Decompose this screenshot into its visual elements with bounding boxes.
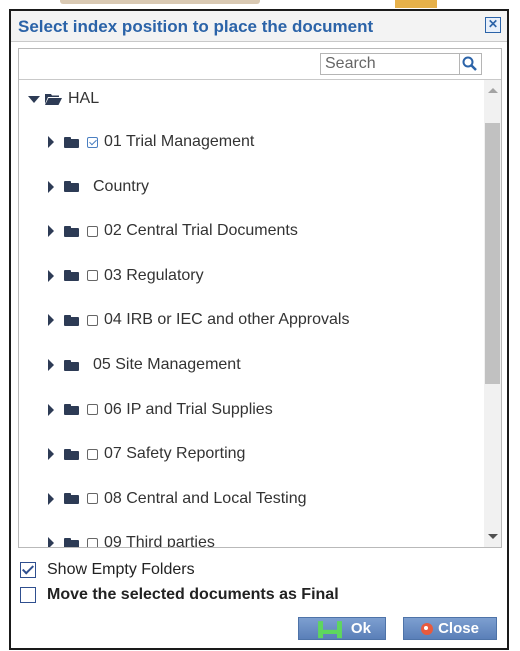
- show-empty-folders-label: Show Empty Folders: [47, 561, 195, 578]
- tree-folder-label: 04 IRB or IEC and other Approvals: [104, 311, 350, 329]
- chevron-right-icon[interactable]: [48, 136, 54, 148]
- close-button-label: Close: [438, 620, 479, 637]
- folder-icon: [64, 493, 79, 505]
- scrollbar-thumb[interactable]: [485, 123, 500, 384]
- tree-root-node[interactable]: HAL: [28, 84, 99, 114]
- show-empty-folders-checkbox[interactable]: [20, 562, 36, 578]
- tree-folder-node[interactable]: 06 IP and Trial Supplies: [48, 395, 273, 425]
- chevron-right-icon[interactable]: [48, 314, 54, 327]
- search-input[interactable]: [320, 53, 460, 75]
- tree-folder-label: 03 Regulatory: [104, 266, 204, 284]
- tree-folder-label: 02 Central Trial Documents: [104, 222, 298, 240]
- search-icon: [462, 56, 477, 71]
- chevron-right-icon[interactable]: [48, 269, 54, 282]
- folder-icon: [64, 404, 79, 416]
- tree-folder-label: 09 Third parties: [104, 534, 215, 547]
- save-icon: ▐▬▌: [313, 620, 347, 637]
- folder-checkbox[interactable]: [87, 448, 98, 460]
- move-as-final-checkbox[interactable]: [20, 587, 36, 603]
- folder-icon: [64, 270, 79, 282]
- ok-button-label: Ok: [350, 620, 371, 637]
- tree-folder-label: 05 Site Management: [93, 356, 241, 373]
- folder-checkbox[interactable]: [87, 404, 98, 416]
- chevron-right-icon[interactable]: [48, 359, 54, 371]
- chevron-right-icon[interactable]: [48, 448, 54, 461]
- folder-checkbox[interactable]: [87, 136, 98, 148]
- ok-button[interactable]: ▐▬▌ Ok: [298, 617, 386, 640]
- chevron-right-icon[interactable]: [48, 180, 54, 193]
- tree-folder-label: 01 Trial Management: [104, 133, 255, 150]
- folder-icon: [64, 537, 79, 547]
- move-as-final-option[interactable]: Move the selected documents as Final: [20, 585, 339, 605]
- move-as-final-label: Move the selected documents as Final: [47, 586, 339, 603]
- folder-icon: [64, 314, 79, 326]
- scroll-up-icon[interactable]: [488, 88, 498, 93]
- tree-folder-node[interactable]: 09 Third parties: [48, 528, 215, 547]
- close-button[interactable]: Close: [403, 617, 497, 640]
- tree-folder-label: 08 Central and Local Testing: [104, 489, 307, 507]
- folder-checkbox[interactable]: [87, 537, 98, 547]
- folder-icon: [64, 225, 79, 237]
- chevron-right-icon[interactable]: [48, 537, 54, 547]
- tree-folder-node[interactable]: 08 Central and Local Testing: [48, 484, 307, 514]
- tree-folder-node[interactable]: 04 IRB or IEC and other Approvals: [48, 305, 349, 335]
- scroll-down-icon[interactable]: [488, 534, 498, 539]
- chevron-down-icon[interactable]: [28, 95, 40, 103]
- chevron-right-icon[interactable]: [48, 403, 54, 416]
- tree-panel: HAL 01 Trial Management Country 02 Central…: [18, 48, 502, 548]
- folder-icon: [64, 448, 79, 460]
- folder-checkbox[interactable]: [87, 314, 98, 326]
- tree-folder-node[interactable]: 05 Site Management: [48, 350, 241, 380]
- tree-folder-label: 07 Safety Reporting: [104, 445, 246, 463]
- folder-icon: [64, 181, 79, 193]
- folder-tree: HAL 01 Trial Management Country 02 Central…: [19, 80, 484, 547]
- folder-icon: [64, 136, 79, 148]
- background-window-strip: [0, 0, 520, 9]
- folder-checkbox[interactable]: [87, 270, 98, 282]
- folder-icon: [64, 359, 79, 371]
- tree-scrollbar[interactable]: [484, 80, 501, 547]
- show-empty-folders-option[interactable]: Show Empty Folders: [20, 560, 195, 580]
- folder-checkbox[interactable]: [87, 493, 98, 505]
- tree-root-label: HAL: [68, 90, 100, 107]
- folder-checkbox[interactable]: [87, 225, 98, 237]
- background-shape: [395, 0, 437, 8]
- tree-folder-label: Country: [93, 177, 150, 195]
- close-icon[interactable]: ✕: [485, 17, 501, 33]
- select-index-dialog: Select index position to place the docum…: [9, 9, 509, 650]
- search-button[interactable]: [460, 53, 482, 75]
- tree-folder-node[interactable]: Country: [48, 172, 149, 202]
- tree-folder-node[interactable]: 02 Central Trial Documents: [48, 216, 298, 246]
- dialog-titlebar: Select index position to place the docum…: [11, 11, 507, 42]
- background-shape: [60, 0, 260, 4]
- tree-folder-label: 06 IP and Trial Supplies: [104, 400, 273, 418]
- dialog-title: Select index position to place the docum…: [18, 17, 374, 36]
- tree-folder-node[interactable]: 01 Trial Management: [48, 127, 254, 157]
- search-bar: [19, 49, 501, 80]
- folder-open-icon: [45, 94, 62, 105]
- tree-folder-node[interactable]: 03 Regulatory: [48, 261, 204, 291]
- cancel-icon: [421, 622, 434, 635]
- chevron-right-icon[interactable]: [48, 225, 54, 238]
- tree-folder-node[interactable]: 07 Safety Reporting: [48, 439, 245, 469]
- chevron-right-icon[interactable]: [48, 492, 54, 505]
